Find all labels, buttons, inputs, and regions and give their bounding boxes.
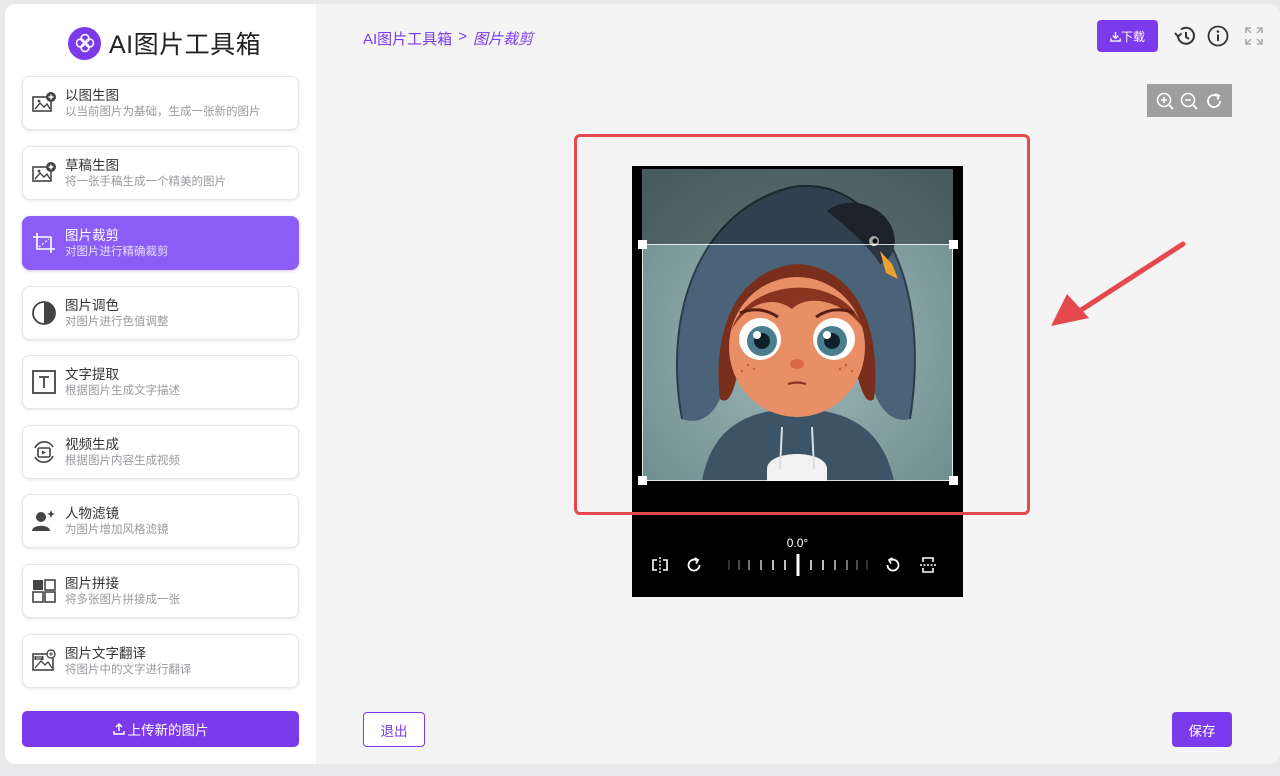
rotate-left-icon[interactable] [882, 554, 904, 576]
sidebar-item-desc: 根据图片内容生成视频 [65, 454, 180, 467]
breadcrumb: AI图片工具箱 > 图片裁剪 [363, 28, 533, 49]
app-logo: AI图片工具箱 [68, 26, 261, 60]
annotation-arrow [1051, 241, 1186, 326]
history-icon[interactable] [1173, 24, 1197, 48]
flip-vertical-icon[interactable] [917, 554, 939, 576]
text-icon [31, 369, 57, 395]
sidebar-item-title: 视频生成 [65, 436, 119, 452]
logo-icon [68, 26, 101, 60]
sidebar-item-text-extract[interactable]: 文字提取 根据图片生成文字描述 [22, 355, 299, 409]
sidebar-item-title: 人物滤镜 [65, 505, 119, 521]
upload-new-image-button[interactable]: 上传新的图片 [22, 711, 299, 747]
download-button-label: 下载 [1120, 29, 1145, 44]
app-title: AI图片工具箱 [109, 31, 262, 59]
rotate-right-icon[interactable] [683, 554, 705, 576]
sidebar-item-desc: 以当前图片为基础，生成一张新的图片 [65, 105, 261, 118]
breadcrumb-root[interactable]: AI图片工具箱 [363, 28, 452, 49]
sidebar-item-img2img[interactable]: 以图生图 以当前图片为基础，生成一张新的图片 [22, 76, 299, 130]
save-button[interactable]: 保存 [1172, 712, 1232, 747]
image-sparkle-icon [31, 160, 57, 186]
upload-icon [112, 723, 125, 735]
zoom-in-icon[interactable] [1154, 90, 1176, 112]
grid-icon [31, 578, 57, 604]
sidebar-item-title: 图片调色 [65, 297, 119, 313]
sidebar-item-title: 图片裁剪 [65, 227, 119, 243]
contrast-icon [31, 300, 57, 326]
sidebar-item-stitch[interactable]: 图片拼接 将多张图片拼接成一张 [22, 564, 299, 618]
sidebar-item-desc: 对图片进行色值调整 [65, 315, 169, 328]
sidebar-item-crop[interactable]: 图片裁剪 对图片进行精确裁剪 [22, 216, 299, 270]
sidebar-item-title: 图片拼接 [65, 575, 119, 591]
fullscreen-icon[interactable] [1242, 24, 1266, 48]
sidebar-item-translate[interactable]: 图片文字翻译 将图片中的文字进行翻译 [22, 634, 299, 688]
zoom-out-icon[interactable] [1178, 90, 1200, 112]
sidebar-item-desc: 对图片进行精确裁剪 [65, 245, 169, 258]
sidebar-item-filter[interactable]: 人物滤镜 为图片增加风格滤镜 [22, 494, 299, 548]
flip-horizontal-icon[interactable] [649, 554, 671, 576]
sidebar-item-title: 文字提取 [65, 366, 119, 382]
rotation-value: 0.0° [786, 536, 809, 550]
person-filter-icon [31, 508, 57, 534]
info-icon[interactable] [1206, 24, 1230, 48]
sidebar-item-desc: 将多张图片拼接成一张 [65, 593, 180, 606]
image-plus-icon [31, 90, 57, 116]
sidebar-item-sketch2img[interactable]: 草稿生图 将一张手稿生成一个精美的图片 [22, 146, 299, 200]
sidebar-item-title: 图片文字翻译 [65, 645, 146, 661]
sidebar-item-color[interactable]: 图片调色 对图片进行色值调整 [22, 286, 299, 340]
sidebar-item-desc: 为图片增加风格滤镜 [65, 523, 169, 536]
download-icon [1110, 31, 1121, 42]
rotation-slider[interactable] [725, 552, 871, 578]
video-icon [31, 439, 57, 465]
sidebar-item-desc: 将一张手稿生成一个精美的图片 [65, 175, 226, 188]
exit-button[interactable]: 退出 [363, 712, 425, 747]
breadcrumb-current: 图片裁剪 [472, 31, 533, 48]
reset-icon[interactable] [1203, 90, 1225, 112]
sidebar: AI图片工具箱 以图生图 以当前图片为基础，生成一张新的图片 草稿生图 将一张手… [5, 4, 316, 764]
annotation-highlight-box [574, 134, 1030, 515]
sidebar-item-title: 以图生图 [65, 87, 119, 103]
sidebar-item-video[interactable]: 视频生成 根据图片内容生成视频 [22, 425, 299, 479]
crop-icon [31, 230, 57, 256]
sidebar-item-desc: 将图片中的文字进行翻译 [65, 663, 192, 676]
sidebar-item-title: 草稿生图 [65, 157, 119, 173]
sidebar-item-desc: 根据图片生成文字描述 [65, 384, 180, 397]
download-button[interactable]: 下载 [1097, 20, 1158, 52]
image-text-icon [31, 648, 57, 674]
breadcrumb-separator: > [458, 28, 467, 45]
zoom-toolbar [1147, 84, 1232, 117]
app-window: AI图片工具箱 以图生图 以当前图片为基础，生成一张新的图片 草稿生图 将一张手… [5, 4, 1280, 764]
upload-button-label: 上传新的图片 [127, 723, 209, 738]
